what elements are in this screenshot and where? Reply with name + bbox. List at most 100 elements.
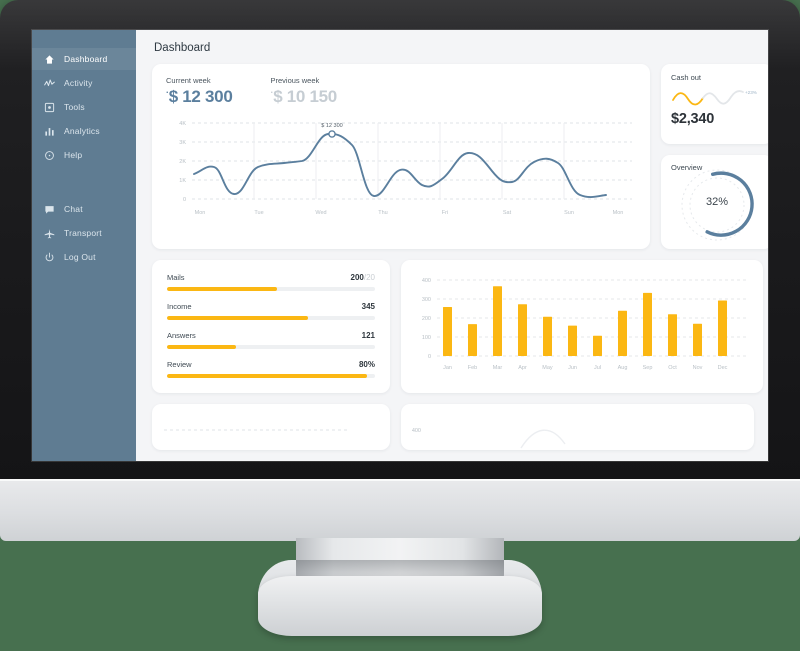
chat-bubble-icon — [44, 204, 55, 215]
weekly-line-chart: 4K 3K 2K 1K 0 $ 12 300 Mon Tue Wed Thu F… — [166, 115, 636, 219]
x-tick-tue: Tue — [254, 210, 263, 216]
monthly-bar-chart-card: 400 300 200 100 0 Jan Feb Mar Apr May Ju… — [401, 260, 763, 393]
sidebar-divider-space — [32, 168, 136, 198]
x-tick-feb: Feb — [468, 365, 477, 371]
peak-tooltip: $ 12 300 — [321, 123, 342, 129]
weekly-overview-card: Current week ·$ 12 300 Previous week ·$ … — [152, 64, 650, 249]
sidebar-item-transport[interactable]: Transport — [32, 222, 136, 244]
progress-fill — [167, 345, 236, 349]
sidebar-item-help[interactable]: Help — [32, 144, 136, 166]
progress-label: Answers — [167, 331, 196, 340]
progress-track — [167, 316, 375, 320]
sidebar-item-label: Activity — [64, 78, 93, 88]
sidebar: Dashboard Activity Tools Analytics Help … — [32, 30, 136, 461]
stats-column-1: Cash out +23% $2,340 Overview 32% — [661, 64, 768, 249]
progress-label: Review — [167, 360, 192, 369]
activity-pulse-icon — [44, 78, 55, 89]
previous-week-value: ·$ 10 150 — [270, 87, 337, 106]
week-summary: Current week ·$ 12 300 Previous week ·$ … — [166, 76, 636, 105]
x-tick-oct: Oct — [668, 365, 677, 371]
x-tick-apr: Apr — [518, 365, 527, 371]
y-tick-400: 400 — [422, 278, 431, 284]
x-tick-thu: Thu — [378, 210, 387, 216]
bar-aug — [618, 310, 627, 356]
monthly-bar-chart: 400 300 200 100 0 Jan Feb Mar Apr May Ju… — [422, 278, 747, 371]
main-content: Dashboard Current week ·$ 12 300 Previou… — [136, 30, 768, 461]
progress-value: 200/20 — [350, 273, 375, 282]
home-icon — [44, 54, 55, 65]
y-tick-300: 300 — [422, 297, 431, 303]
sidebar-item-label: Dashboard — [64, 54, 108, 64]
progress-fill — [167, 374, 367, 378]
overview-gauge-card-1: Overview 32% — [661, 155, 768, 249]
partial-curve — [520, 429, 566, 449]
monitor-scene: Dashboard Activity Tools Analytics Help … — [0, 0, 800, 651]
previous-week-block: Previous week ·$ 10 150 — [270, 76, 337, 106]
progress-track — [167, 374, 375, 378]
y-tick-4k: 4K — [179, 121, 186, 127]
bottom-right-card: 400 — [401, 404, 754, 450]
y-tick-200: 200 — [422, 316, 431, 322]
current-week-value: ·$ 12 300 — [166, 87, 233, 106]
progress-track — [167, 287, 375, 291]
x-tick-mon-2: Mon — [613, 210, 624, 216]
current-week-label: Current week — [166, 76, 211, 85]
tools-grid-icon — [44, 102, 55, 113]
help-circle-icon — [44, 150, 55, 161]
sidebar-item-logout[interactable]: Log Out — [32, 246, 136, 268]
third-row-partial: 400 — [152, 404, 754, 450]
cash-out-change: +23% — [745, 90, 757, 95]
progress-label: Income — [167, 302, 192, 311]
x-tick-wed: Wed — [315, 210, 326, 216]
airplane-icon — [44, 228, 55, 239]
sidebar-item-dashboard[interactable]: Dashboard — [32, 48, 136, 70]
sidebar-item-label: Chat — [64, 204, 83, 214]
current-week-block: Current week ·$ 12 300 — [166, 76, 233, 106]
dashboard-app: Dashboard Activity Tools Analytics Help … — [32, 30, 768, 461]
screen: Dashboard Activity Tools Analytics Help … — [32, 30, 768, 461]
bar-jun — [568, 325, 577, 356]
peak-marker[interactable] — [328, 130, 336, 138]
x-tick-sep: Sep — [643, 365, 653, 371]
y-tick-0: 0 — [183, 197, 186, 203]
cash-out-label: Cash out — [671, 73, 702, 82]
progress-label: Mails — [167, 273, 185, 282]
second-row: Mails 200/20 Income 345 Answers 121 Revi… — [152, 260, 763, 393]
bar-mar — [493, 286, 502, 356]
page-title: Dashboard — [154, 42, 211, 54]
x-tick-jan: Jan — [443, 365, 452, 371]
progress-value: 345 — [361, 302, 375, 311]
bar-dec — [718, 300, 727, 356]
bottom-left-card — [152, 404, 390, 450]
bar-feb — [468, 324, 477, 356]
y-tick-0: 0 — [428, 354, 431, 360]
previous-week-label: Previous week — [270, 76, 320, 85]
sidebar-item-tools[interactable]: Tools — [32, 96, 136, 118]
x-tick-jun: Jun — [568, 365, 577, 371]
top-row: Current week ·$ 12 300 Previous week ·$ … — [152, 64, 768, 249]
sidebar-item-activity[interactable]: Activity — [32, 72, 136, 94]
progress-value: 80% — [358, 360, 375, 369]
sidebar-item-chat[interactable]: Chat — [32, 198, 136, 220]
bar-oct — [668, 314, 677, 356]
bar-nov — [693, 323, 702, 356]
x-tick-dec: Dec — [718, 365, 728, 371]
progress-value: 121 — [361, 331, 375, 340]
progress-row-review: Review 80% — [167, 360, 375, 378]
sidebar-item-analytics[interactable]: Analytics — [32, 120, 136, 142]
sidebar-item-label: Tools — [64, 102, 85, 112]
x-tick-fri: Fri — [442, 210, 448, 216]
monitor-stand-base — [258, 576, 542, 636]
cash-out-value: $2,340 — [671, 111, 715, 127]
progress-fill — [167, 287, 278, 291]
progress-fill — [167, 316, 309, 320]
progress-track — [167, 345, 375, 349]
y-tick-400-partial: 400 — [412, 428, 421, 434]
x-tick-may: May — [542, 365, 553, 371]
bar-chart-icon — [44, 126, 55, 137]
bar-jul — [593, 335, 602, 356]
gauge-value: 32% — [705, 196, 729, 208]
x-tick-mar: Mar — [493, 365, 503, 371]
y-tick-100: 100 — [422, 335, 431, 341]
sidebar-item-label: Help — [64, 150, 83, 160]
